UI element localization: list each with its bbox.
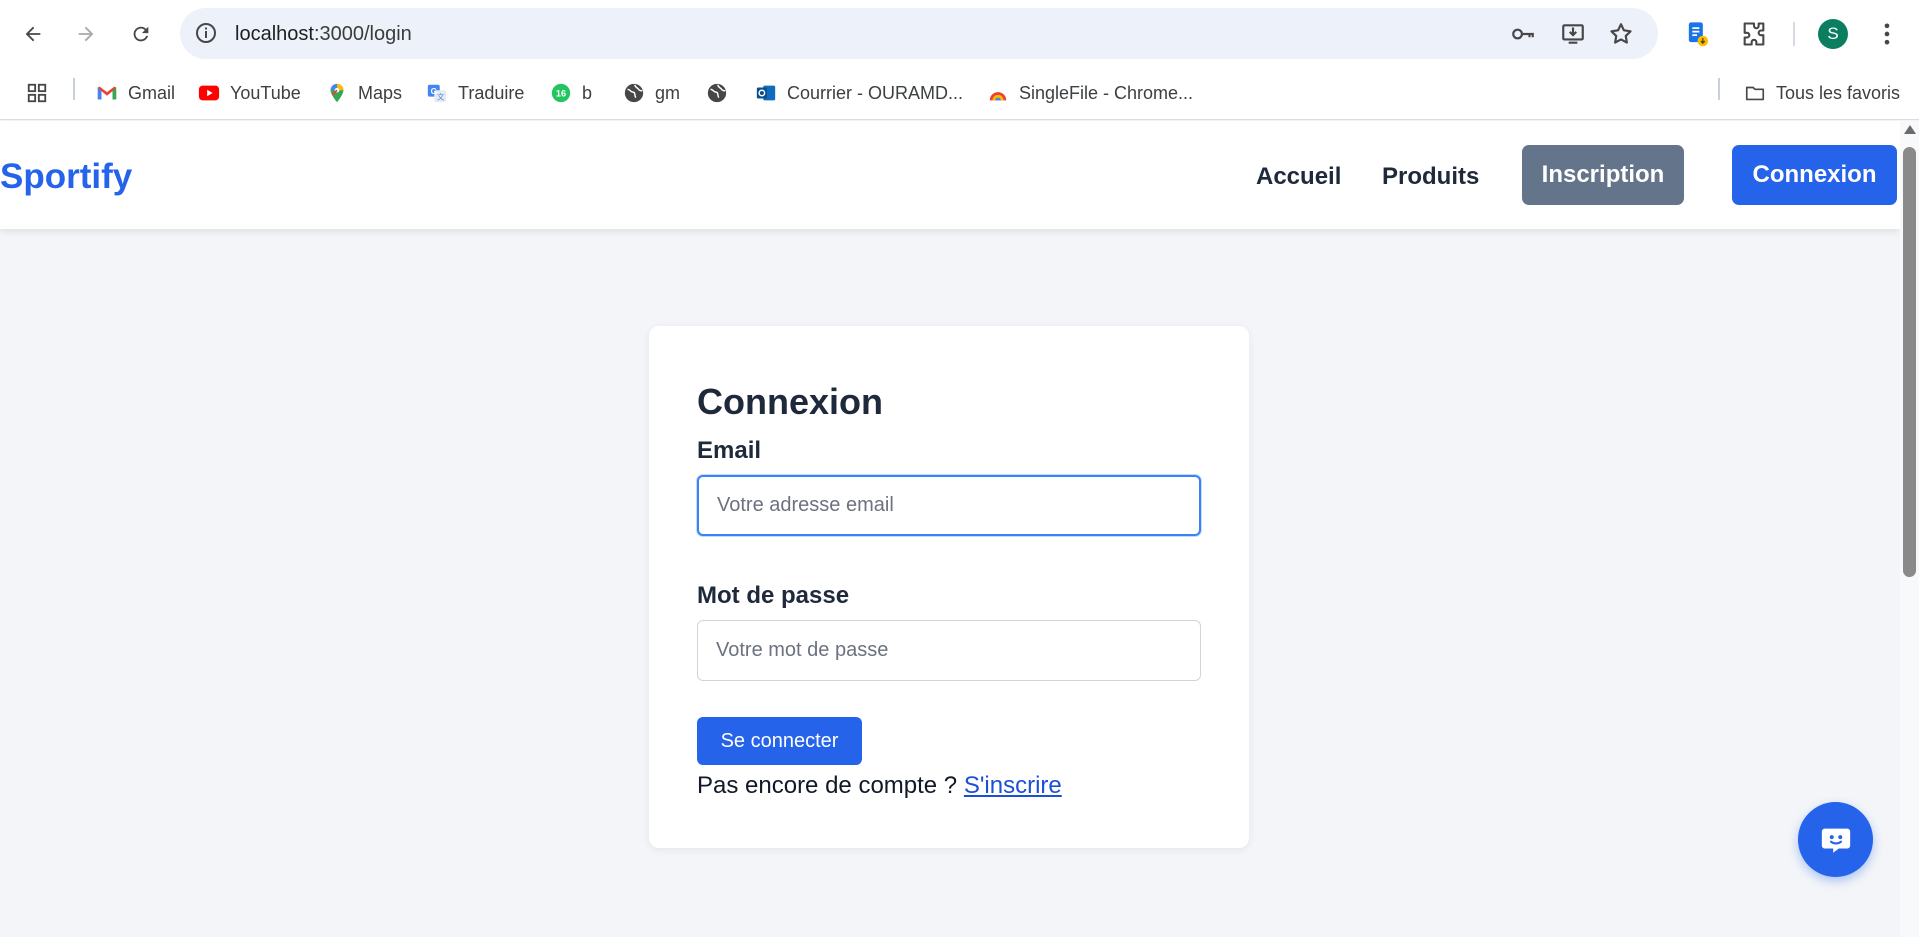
bookmark-label: YouTube <box>230 82 301 103</box>
forward-button[interactable] <box>69 17 103 51</box>
more-menu-icon[interactable] <box>1873 20 1901 48</box>
no-account-text: Pas encore de compte ? <box>697 772 964 799</box>
bookmark-label: Courrier - OURAMD... <box>787 82 964 103</box>
svg-text:G: G <box>431 87 437 96</box>
globe-icon <box>707 83 727 103</box>
bookmark-globe[interactable] <box>706 78 728 108</box>
signup-button[interactable]: Inscription <box>1522 145 1684 205</box>
page-viewport: Sportify Accueil Produits Inscription Co… <box>0 121 1900 937</box>
signup-link[interactable]: S'inscrire <box>964 772 1062 799</box>
apps-grid-icon <box>27 83 47 103</box>
bookmark-courrier[interactable]: Courrier - OURAMD... <box>755 78 963 108</box>
site-info-icon[interactable] <box>194 21 218 45</box>
login-card: Connexion Email Mot de passe Se connecte… <box>649 326 1249 848</box>
reload-button[interactable] <box>124 17 158 51</box>
bookmark-b[interactable]: 16 b <box>550 78 592 108</box>
login-title: Connexion <box>697 381 883 422</box>
bookmark-gm[interactable]: gm <box>623 78 680 108</box>
email-label: Email <box>697 437 762 464</box>
chat-bot-icon <box>1821 828 1850 853</box>
bookmarks-separator <box>73 78 75 100</box>
youtube-icon <box>198 85 220 101</box>
bookmark-label: Traduire <box>458 82 525 103</box>
site-header: Sportify Accueil Produits Inscription Co… <box>0 121 1900 229</box>
back-button[interactable] <box>16 17 50 51</box>
profile-initial: S <box>1827 24 1839 43</box>
password-key-icon[interactable] <box>1510 21 1536 47</box>
maps-icon <box>330 83 344 103</box>
puzzle-extensions-icon[interactable] <box>1740 20 1768 48</box>
bookmarks-separator <box>1718 78 1720 100</box>
site-logo[interactable]: Sportify <box>0 157 132 197</box>
browser-toolbar: localhost:3000/login S <box>0 0 1919 68</box>
password-label: Mot de passe <box>697 582 850 609</box>
scroll-up-arrow[interactable] <box>1904 125 1916 134</box>
page-scrollbar[interactable] <box>1900 121 1919 937</box>
apps-button[interactable] <box>26 78 48 108</box>
bookmark-singlefile[interactable]: SingleFile - Chrome... <box>987 78 1193 108</box>
bookmark-gmail[interactable]: Gmail <box>96 78 175 108</box>
all-bookmarks-label: Tous les favoris <box>1776 82 1901 103</box>
all-bookmarks-button[interactable]: Tous les favoris <box>1744 78 1900 108</box>
forward-arrow-icon <box>78 26 94 42</box>
translate-icon: G文 <box>427 84 447 103</box>
password-field[interactable] <box>697 620 1201 681</box>
extension-icon[interactable] <box>1683 20 1711 48</box>
badge-16-icon: 16 <box>551 83 571 103</box>
toolbar-separator <box>1793 22 1795 46</box>
bookmark-label: gm <box>655 82 681 103</box>
globe-icon <box>624 83 644 103</box>
folder-icon <box>1745 86 1765 101</box>
chat-support-button[interactable] <box>1798 802 1873 877</box>
nav-link-produits[interactable]: Produits <box>1382 163 1479 191</box>
bookmarks-bar: Gmail YouTube Maps G文 Traduire 16 b gm C… <box>0 68 1919 120</box>
bookmark-label: SingleFile - Chrome... <box>1019 82 1194 103</box>
bookmark-label: b <box>582 82 593 103</box>
email-field[interactable] <box>697 475 1201 536</box>
gmail-icon <box>97 86 117 100</box>
bookmark-star-icon[interactable] <box>1608 21 1634 47</box>
reload-icon <box>133 26 149 42</box>
login-nav-button[interactable]: Connexion <box>1732 145 1897 205</box>
address-bar[interactable]: localhost:3000/login <box>180 8 1658 59</box>
outlook-icon <box>756 85 776 101</box>
bookmark-label: Maps <box>358 82 403 103</box>
nav-link-accueil[interactable]: Accueil <box>1256 163 1341 191</box>
bookmark-youtube[interactable]: YouTube <box>198 78 301 108</box>
signup-prompt: Pas encore de compte ? S'inscrire <box>697 772 1062 800</box>
back-arrow-icon <box>25 26 41 42</box>
submit-login-button[interactable]: Se connecter <box>697 717 862 765</box>
install-app-icon[interactable] <box>1560 21 1586 47</box>
svg-text:16: 16 <box>556 89 566 99</box>
bookmark-maps[interactable]: Maps <box>326 78 402 108</box>
singlefile-icon <box>989 92 1007 101</box>
svg-text:文: 文 <box>437 92 445 101</box>
bookmark-traduire[interactable]: G文 Traduire <box>426 78 524 108</box>
profile-avatar[interactable]: S <box>1818 19 1848 49</box>
scroll-thumb[interactable] <box>1903 147 1916 577</box>
url-text: localhost:3000/login <box>235 23 412 45</box>
bookmark-label: Gmail <box>128 82 176 103</box>
